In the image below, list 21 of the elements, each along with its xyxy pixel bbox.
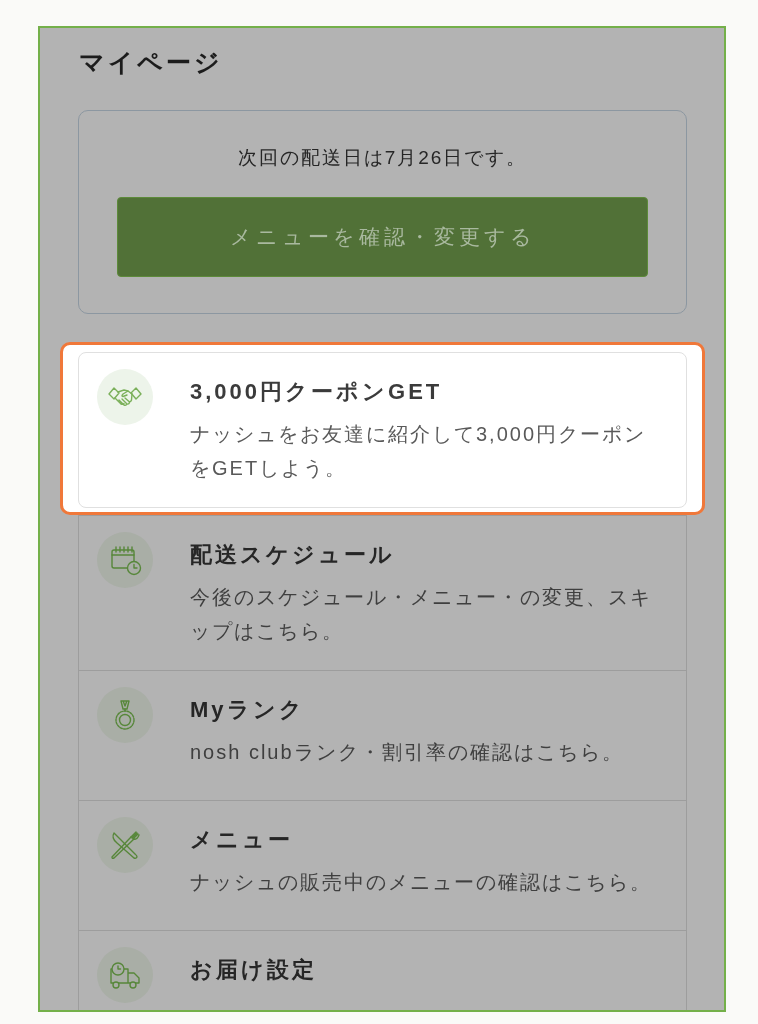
- menu-list-item[interactable]: お届け設定: [78, 930, 687, 1010]
- menu-list-item[interactable]: 配送スケジュール 今後のスケジュール・メニュー・の変更、スキップはこちら。: [78, 515, 687, 670]
- menu-list-item[interactable]: メニュー ナッシュの販売中のメニューの確認はこちら。: [78, 800, 687, 930]
- item-title: メニュー: [190, 826, 294, 854]
- menu-list-item[interactable]: 3,000円クーポンGET ナッシュをお友達に紹介して3,000円クーポンをGETしよう。: [78, 352, 687, 508]
- handshake-icon: [97, 369, 153, 425]
- item-title: 配送スケジュール: [190, 541, 396, 569]
- item-description: ナッシュをお友達に紹介して3,000円クーポンをGETしよう。: [190, 422, 648, 481]
- menu-list-item[interactable]: Myランク nosh clubランク・割引率の確認はこちら。: [78, 670, 687, 800]
- truck-clock-icon: [97, 947, 153, 1003]
- item-description: ナッシュの販売中のメニューの確認はこちら。: [190, 870, 653, 895]
- item-title: お届け設定: [190, 956, 318, 984]
- item-description: nosh clubランク・割引率の確認はこちら。: [190, 740, 625, 765]
- item-title: 3,000円クーポンGET: [190, 378, 444, 406]
- item-title: Myランク: [190, 696, 306, 724]
- delivery-date-text: 次回の配送日は7月26日です。: [236, 146, 529, 170]
- fork-knife-icon: [97, 817, 153, 873]
- medal-icon: [97, 687, 153, 743]
- page-title: マイページ: [79, 47, 224, 78]
- item-description: 今後のスケジュール・メニュー・の変更、スキップはこちら。: [190, 585, 653, 644]
- calendar-clock-icon: [97, 532, 153, 588]
